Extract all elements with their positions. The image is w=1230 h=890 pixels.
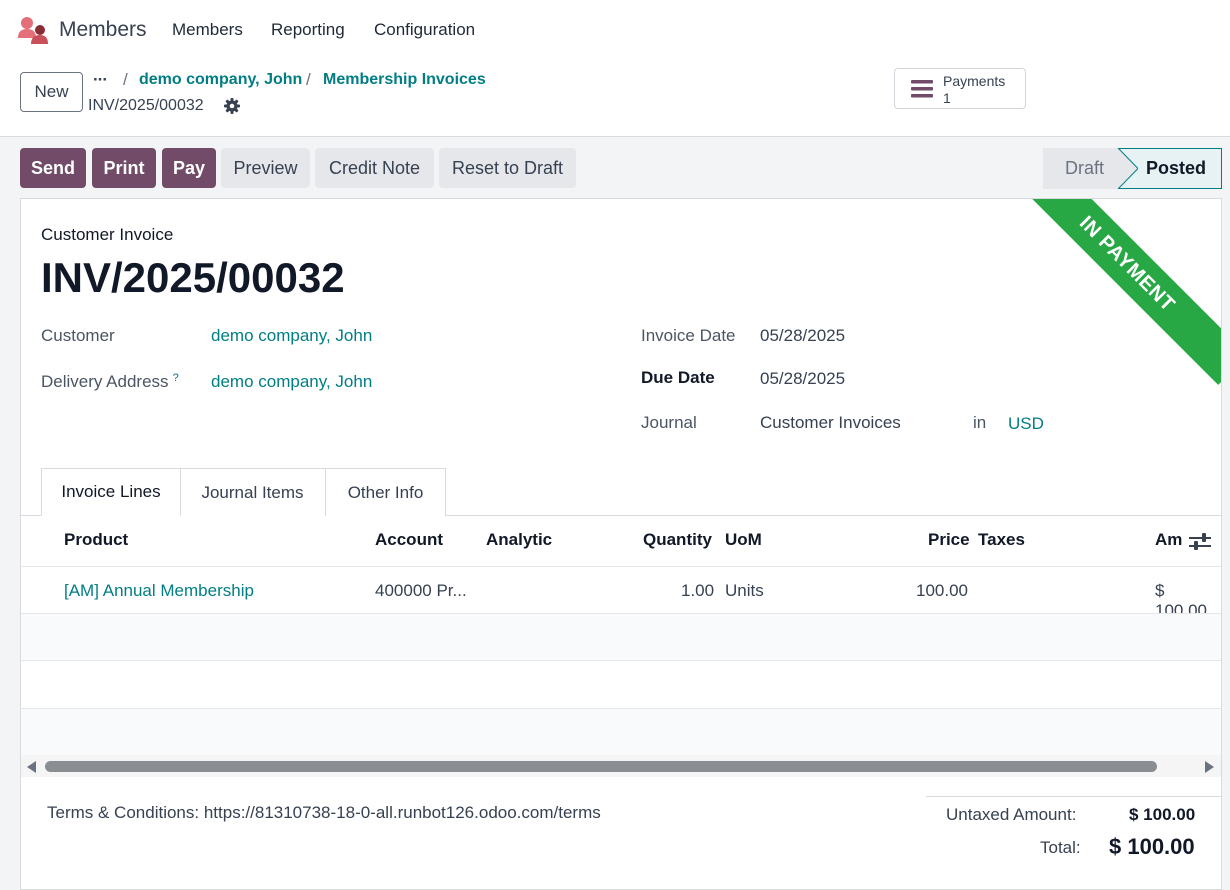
payments-smart-button[interactable]: Payments 1 (894, 68, 1026, 109)
credit-note-button[interactable]: Credit Note (315, 148, 434, 188)
reset-to-draft-button[interactable]: Reset to Draft (439, 148, 576, 188)
help-tooltip-icon[interactable]: ? (173, 372, 179, 384)
document-type: Customer Invoice (41, 225, 174, 244)
invoice-date-field[interactable]: 05/28/2025 (760, 326, 845, 346)
customer-field[interactable]: demo company, John (211, 326, 372, 346)
list-icon (911, 80, 933, 98)
payments-count: 1 (943, 90, 951, 106)
column-analytic[interactable]: Analytic (486, 530, 552, 550)
menu-members[interactable]: Members (172, 20, 243, 40)
delivery-address-label-text: Delivery Address (41, 372, 169, 391)
totals-divider (926, 796, 1221, 797)
gear-icon[interactable] (224, 98, 240, 114)
customer-label: Customer (41, 326, 115, 345)
menu-configuration[interactable]: Configuration (374, 20, 475, 40)
line-product[interactable]: [AM] Annual Membership (64, 581, 254, 601)
optional-columns-icon[interactable] (1189, 532, 1211, 552)
tab-journal-items[interactable]: Journal Items (180, 468, 326, 516)
line-account[interactable]: 400000 Pr... (375, 581, 467, 601)
breadcrumb-customer[interactable]: demo company, John (139, 71, 302, 89)
column-quantity[interactable]: Quantity (643, 530, 712, 550)
control-panel: New ··· / demo company, John / Membershi… (0, 60, 1230, 137)
preview-button[interactable]: Preview (221, 148, 310, 188)
due-date-label: Due Date (641, 368, 715, 387)
pay-button[interactable]: Pay (162, 148, 216, 188)
breadcrumb-separator: / (306, 70, 311, 89)
line-uom[interactable]: Units (725, 581, 764, 601)
scroll-right-arrow-icon[interactable] (1205, 761, 1214, 773)
scrollbar-thumb[interactable] (45, 761, 1157, 772)
column-price[interactable]: Price (928, 530, 970, 550)
untaxed-amount-value: $ 100.00 (1129, 805, 1196, 824)
top-navbar: Members Members Reporting Configuration (0, 0, 1230, 60)
currency-field[interactable]: USD (1008, 414, 1044, 434)
app-name[interactable]: Members (59, 18, 147, 42)
record-name: INV/2025/00032 (88, 97, 204, 114)
invoice-date-label: Invoice Date (641, 326, 736, 345)
delivery-address-label: Delivery Address? (41, 372, 179, 392)
payments-label: Payments (943, 73, 1006, 89)
invoice-form-sheet: IN PAYMENT Customer Invoice INV/2025/000… (20, 198, 1222, 890)
column-uom[interactable]: UoM (725, 530, 762, 550)
new-button[interactable]: New (20, 72, 83, 112)
column-product[interactable]: Product (64, 530, 128, 550)
column-amount[interactable]: Am (1155, 530, 1182, 550)
journal-in-label: in (973, 413, 987, 432)
terms-and-conditions: Terms & Conditions: https://81310738-18-… (47, 803, 601, 822)
delivery-address-field[interactable]: demo company, John (211, 372, 372, 392)
line-quantity[interactable]: 1.00 (681, 581, 714, 601)
column-account[interactable]: Account (375, 530, 443, 550)
members-app-icon[interactable] (18, 16, 48, 44)
scroll-left-arrow-icon[interactable] (27, 761, 36, 773)
column-taxes[interactable]: Taxes (978, 530, 1025, 550)
empty-table-row (21, 709, 1221, 756)
journal-label: Journal (641, 413, 697, 432)
line-price[interactable]: 100.00 (916, 581, 968, 601)
journal-field[interactable]: Customer Invoices (760, 413, 901, 433)
print-button[interactable]: Print (92, 148, 156, 188)
untaxed-amount-label: Untaxed Amount: (946, 805, 1077, 824)
send-button[interactable]: Send (20, 148, 86, 188)
invoice-number: INV/2025/00032 (41, 254, 345, 301)
menu-reporting[interactable]: Reporting (271, 20, 345, 40)
total-label: Total: (1040, 838, 1081, 857)
breadcrumb-more-icon[interactable]: ··· (93, 70, 108, 90)
breadcrumb-separator: / (123, 70, 128, 89)
empty-table-row (21, 614, 1221, 661)
status-arrow-icon (1116, 148, 1138, 189)
header-divider (21, 566, 1221, 567)
tab-invoice-lines[interactable]: Invoice Lines (41, 468, 181, 516)
empty-table-row (21, 661, 1221, 708)
breadcrumb-membership-invoices[interactable]: Membership Invoices (323, 71, 486, 89)
total-value: $ 100.00 (1109, 834, 1195, 859)
due-date-field[interactable]: 05/28/2025 (760, 369, 845, 389)
status-ribbon: IN PAYMENT (1006, 199, 1221, 385)
tab-other-info[interactable]: Other Info (325, 468, 446, 516)
